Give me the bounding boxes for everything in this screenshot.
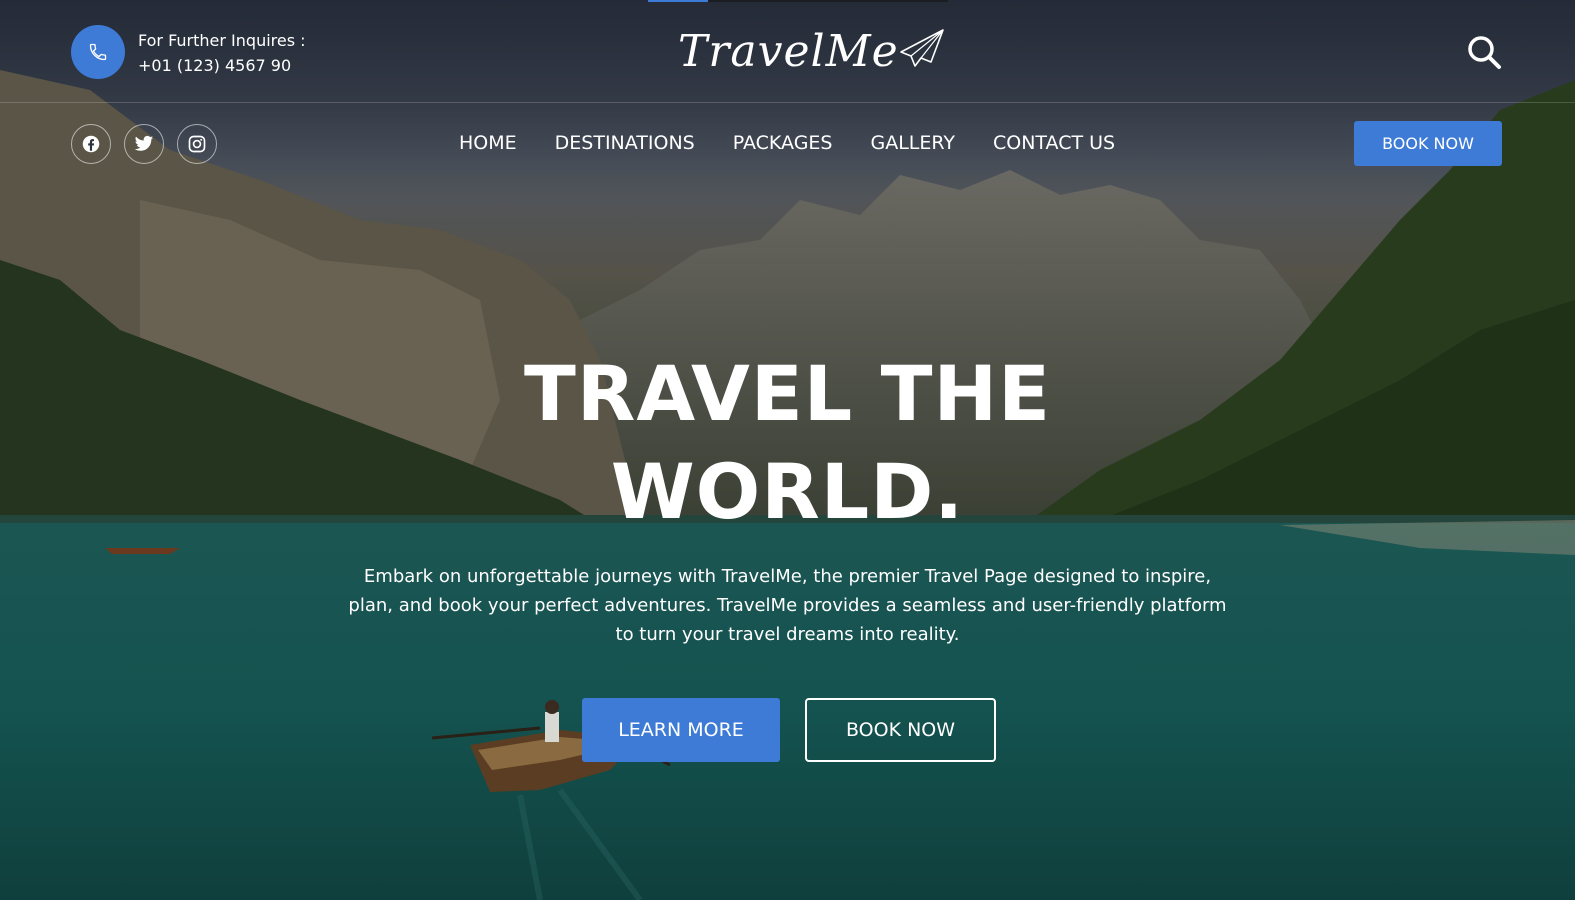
- header-book-now-button[interactable]: BOOK NOW: [1354, 121, 1502, 166]
- facebook-link[interactable]: [71, 124, 111, 164]
- paper-plane-icon: [899, 29, 944, 67]
- main-navigation: HOME DESTINATIONS PACKAGES GALLERY CONTA…: [459, 129, 1115, 157]
- learn-more-button[interactable]: LEARN MORE: [582, 698, 780, 762]
- search-button[interactable]: [1466, 34, 1502, 70]
- phone-number[interactable]: +01 (123) 4567 90: [138, 53, 306, 78]
- nav-item-destinations[interactable]: DESTINATIONS: [555, 129, 695, 157]
- search-icon: [1468, 36, 1501, 69]
- contact-info: For Further Inquires : +01 (123) 4567 90: [138, 28, 306, 78]
- hero-section: For Further Inquires : +01 (123) 4567 90…: [0, 0, 1575, 900]
- phone-button[interactable]: [71, 25, 125, 79]
- hero-book-now-button[interactable]: BOOK NOW: [805, 698, 996, 762]
- top-bar: For Further Inquires : +01 (123) 4567 90…: [0, 0, 1575, 103]
- site-logo[interactable]: TravelMe: [678, 24, 945, 80]
- instagram-icon: [188, 135, 206, 153]
- nav-item-home[interactable]: HOME: [459, 129, 517, 157]
- twitter-icon: [134, 135, 154, 151]
- headline-line-1: TRAVEL THE: [523, 349, 1051, 438]
- slider-progress-fill: [648, 0, 708, 2]
- twitter-link[interactable]: [124, 124, 164, 164]
- hero-headline: TRAVEL THE WORLD.: [0, 345, 1575, 541]
- slider-progress-bar: [648, 0, 948, 2]
- instagram-link[interactable]: [177, 124, 217, 164]
- facebook-icon: [82, 135, 100, 153]
- hero-description: Embark on unforgettable journeys with Tr…: [348, 566, 1227, 645]
- nav-item-packages[interactable]: PACKAGES: [733, 129, 833, 157]
- nav-item-gallery[interactable]: GALLERY: [870, 129, 955, 157]
- headline-line-2: WORLD.: [610, 447, 965, 536]
- phone-icon: [89, 43, 107, 61]
- nav-item-contact-us[interactable]: CONTACT US: [993, 129, 1115, 157]
- inquiry-label: For Further Inquires :: [138, 31, 306, 50]
- logo-text: TravelMe: [678, 26, 899, 77]
